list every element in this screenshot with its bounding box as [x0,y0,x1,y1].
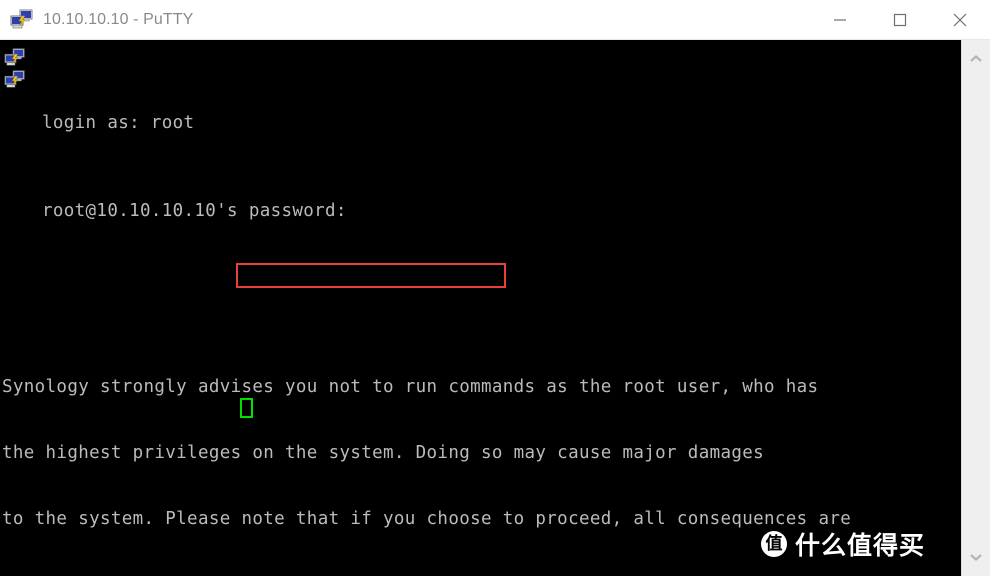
scrollbar-track[interactable] [962,74,990,542]
password-prompt-text: root@10.10.10.10's password: [42,201,347,221]
terminal-line-password: root@10.10.10.10's password: [0,200,961,222]
terminal-screen[interactable]: login as: root root@10.10.10.10's passwo… [0,40,961,576]
putty-window: 10.10.10.10 - PuTTY login as: root root@… [0,0,990,576]
terminal-line-warning-1: Synology strongly advises you not to run… [0,376,961,398]
watermark: 值 什么值得买 [760,526,925,562]
close-button[interactable] [930,0,990,40]
chevron-down-icon[interactable] [962,542,990,572]
chevron-up-icon[interactable] [962,44,990,74]
terminal-output: login as: root root@10.10.10.10's passwo… [0,46,961,576]
terminal-line-warning-2: the highest privileges on the system. Do… [0,442,961,464]
maximize-button[interactable] [870,0,930,40]
terminal-line-login: login as: root [0,112,961,134]
putty-computer-icon [10,9,34,31]
warning-text-3: to the system. Please note that if you c… [2,509,852,529]
warning-text-2: the highest privileges on the system. Do… [2,443,765,463]
terminal-scrollbar[interactable] [961,40,990,576]
warning-text-1: Synology strongly advises you not to run… [2,377,819,397]
window-titlebar[interactable]: 10.10.10.10 - PuTTY [0,0,990,40]
login-as-text: login as: root [42,113,195,133]
window-title: 10.10.10.10 - PuTTY [43,10,194,28]
minimize-button[interactable] [810,0,870,40]
watermark-badge: 值 [760,531,787,557]
terminal-cursor [240,398,253,418]
watermark-text: 什么值得买 [794,531,925,560]
